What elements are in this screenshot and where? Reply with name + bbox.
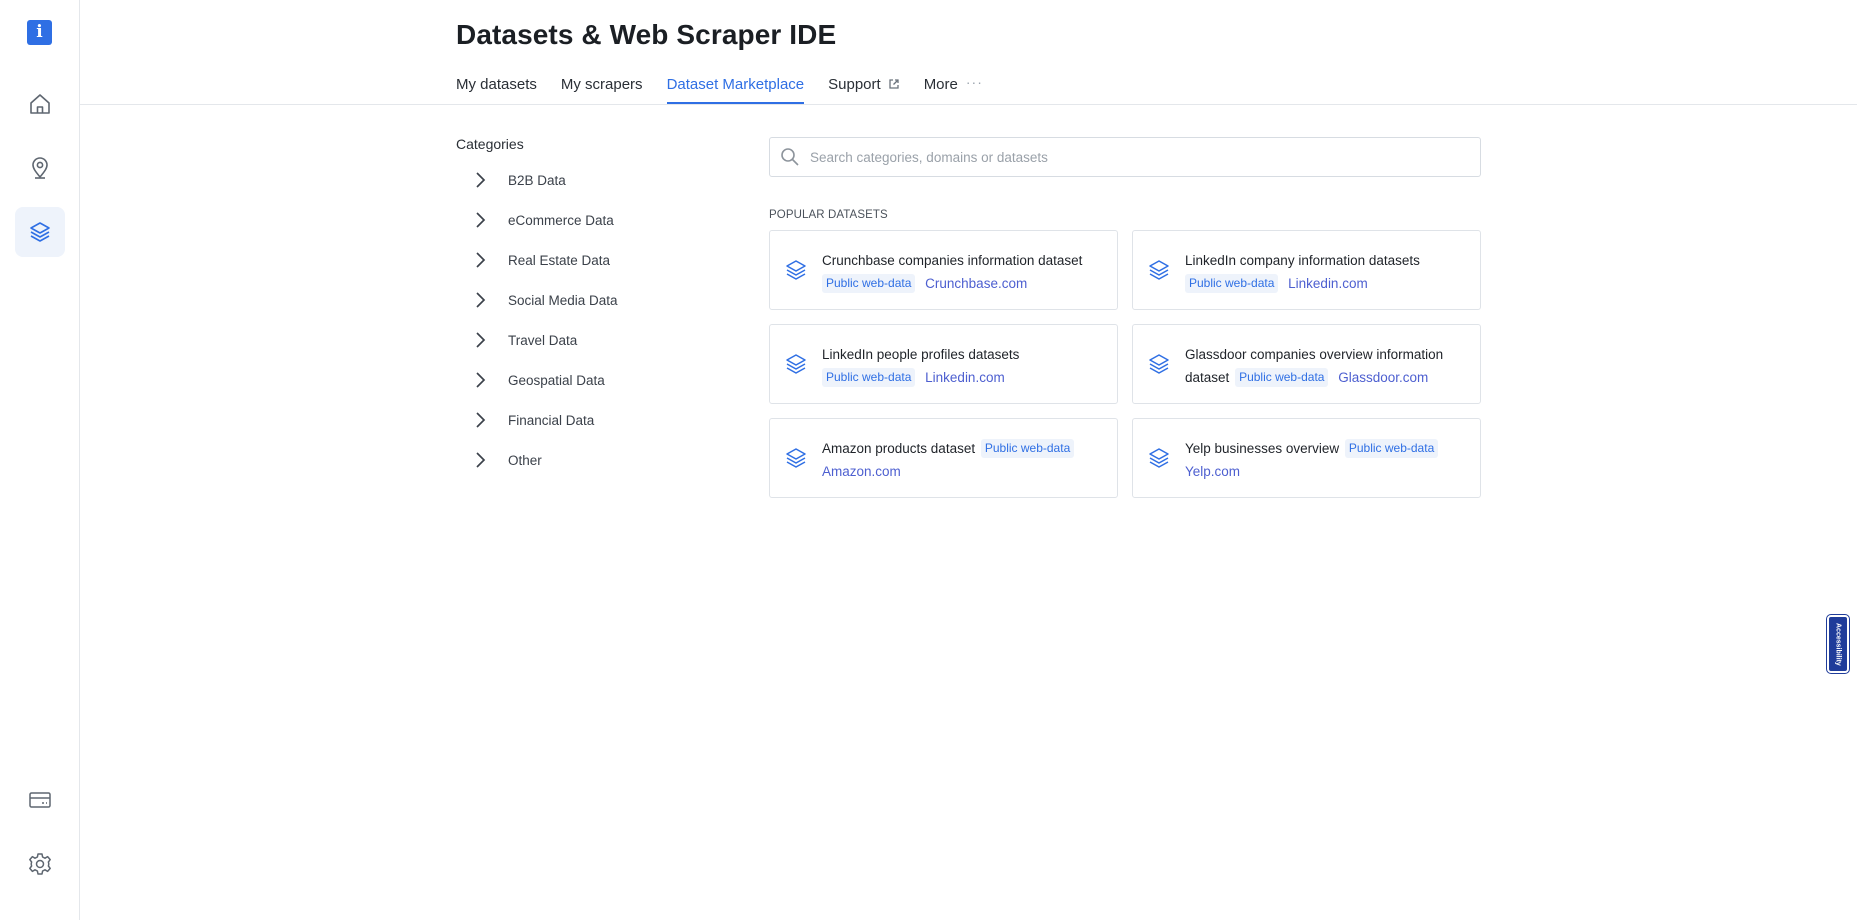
search-icon	[781, 148, 799, 166]
category-other[interactable]: Other	[470, 440, 618, 480]
brand-logo[interactable]: i	[27, 20, 52, 45]
tab-my-scrapers[interactable]: My scrapers	[561, 76, 643, 104]
layers-icon	[30, 222, 50, 242]
dataset-domain-link[interactable]: Linkedin.com	[1288, 276, 1368, 291]
chevron-right-icon	[476, 372, 486, 388]
category-label: Social Media Data	[508, 292, 618, 308]
home-button[interactable]	[15, 79, 65, 129]
tab-label: More	[923, 76, 958, 93]
tab-more[interactable]: More ···	[923, 74, 983, 104]
chevron-right-icon	[476, 452, 486, 468]
chevron-right-icon	[476, 252, 486, 268]
public-data-badge: Public web-data	[822, 368, 916, 387]
dataset-card-yelp[interactable]: Yelp businesses overview Public web-data…	[1132, 418, 1481, 498]
dataset-domain-link[interactable]: Amazon.com	[822, 464, 901, 479]
tab-label: My datasets	[456, 76, 537, 93]
dataset-name: Amazon products dataset	[822, 441, 976, 456]
dataset-domain-link[interactable]: Yelp.com	[1185, 464, 1240, 479]
dataset-card-amazon[interactable]: Amazon products dataset Public web-data …	[769, 418, 1118, 498]
dataset-layers-icon	[786, 448, 806, 468]
category-label: Financial Data	[508, 412, 595, 428]
category-travel[interactable]: Travel Data	[470, 320, 618, 360]
category-label: Real Estate Data	[508, 252, 611, 268]
dataset-domain-link[interactable]: Glassdoor.com	[1338, 370, 1428, 385]
public-data-badge: Public web-data	[1344, 439, 1439, 458]
left-sidebar: i	[0, 0, 80, 920]
datasets-button[interactable]	[15, 207, 65, 257]
tab-support[interactable]: Support	[828, 76, 900, 104]
dataset-card-crunchbase[interactable]: Crunchbase companies information dataset…	[769, 230, 1118, 310]
accessibility-widget-button[interactable]: Accessibility	[1826, 614, 1850, 674]
ellipsis-icon: ···	[965, 74, 983, 90]
chevron-right-icon	[476, 292, 486, 308]
category-label: eCommerce Data	[508, 212, 614, 228]
dataset-layers-icon	[786, 260, 806, 280]
category-label: Travel Data	[508, 332, 578, 348]
public-data-badge: Public web-data	[1235, 368, 1329, 387]
dataset-domain-link[interactable]: Crunchbase.com	[925, 276, 1027, 291]
category-label: Other	[508, 452, 542, 468]
app-root: i Datasets & Web Scraper IDE My datasets…	[0, 0, 1857, 920]
tab-label: Support	[828, 76, 881, 93]
category-label: B2B Data	[508, 172, 566, 188]
category-ecommerce[interactable]: eCommerce Data	[470, 200, 618, 240]
header-divider	[80, 104, 1857, 105]
category-financial[interactable]: Financial Data	[470, 400, 618, 440]
tab-dataset-marketplace[interactable]: Dataset Marketplace	[666, 76, 805, 104]
dataset-card-glassdoor[interactable]: Glassdoor companies overview information…	[1132, 324, 1481, 404]
tab-label: My scrapers	[560, 76, 643, 93]
chevron-right-icon	[476, 332, 486, 348]
dataset-name: LinkedIn company information datasets	[1185, 253, 1420, 268]
dataset-name: LinkedIn people profiles datasets	[822, 347, 1020, 362]
dataset-layers-icon	[1149, 448, 1169, 468]
tab-my-datasets[interactable]: My datasets	[456, 76, 537, 104]
gear-icon	[29, 853, 51, 875]
categories-heading: Categories	[456, 136, 524, 152]
credit-card-icon	[29, 792, 51, 808]
public-data-badge: Public web-data	[822, 274, 916, 293]
search-input[interactable]	[810, 149, 1450, 165]
external-link-icon	[889, 79, 899, 89]
billing-button[interactable]	[15, 775, 65, 825]
dataset-card-linkedin-people[interactable]: LinkedIn people profiles datasets Public…	[769, 324, 1118, 404]
chevron-right-icon	[476, 412, 486, 428]
accessibility-label: Accessibility	[1834, 622, 1842, 666]
category-b2b[interactable]: B2B Data	[470, 160, 618, 200]
search-box[interactable]	[769, 137, 1481, 177]
public-data-badge: Public web-data	[980, 439, 1075, 458]
public-data-badge: Public web-data	[1185, 274, 1279, 293]
dataset-layers-icon	[1149, 354, 1169, 374]
dataset-domain-link[interactable]: Linkedin.com	[925, 370, 1005, 385]
dataset-name: Yelp businesses overview	[1185, 441, 1340, 456]
dataset-layers-icon	[1149, 260, 1169, 280]
locations-button[interactable]	[15, 143, 65, 193]
dataset-name: Crunchbase companies information dataset	[822, 253, 1083, 268]
popular-datasets-heading: POPULAR DATASETS	[769, 209, 888, 221]
tab-label: Dataset Marketplace	[666, 76, 805, 93]
page-title: Datasets & Web Scraper IDE	[456, 19, 837, 50]
chevron-right-icon	[476, 172, 486, 188]
dataset-layers-icon	[786, 354, 806, 374]
location-pin-icon	[32, 157, 48, 179]
home-icon	[30, 94, 50, 114]
categories-list: B2B Data eCommerce Data Real Estate Data…	[470, 160, 618, 480]
dataset-card-linkedin-company[interactable]: LinkedIn company information datasets Pu…	[1132, 230, 1481, 310]
category-social-media[interactable]: Social Media Data	[470, 280, 618, 320]
settings-button[interactable]	[15, 839, 65, 889]
main-tabs: My datasets My scrapers Dataset Marketpl…	[456, 74, 1007, 104]
category-label: Geospatial Data	[508, 372, 605, 388]
chevron-right-icon	[476, 212, 486, 228]
category-geospatial[interactable]: Geospatial Data	[470, 360, 618, 400]
category-real-estate[interactable]: Real Estate Data	[470, 240, 618, 280]
